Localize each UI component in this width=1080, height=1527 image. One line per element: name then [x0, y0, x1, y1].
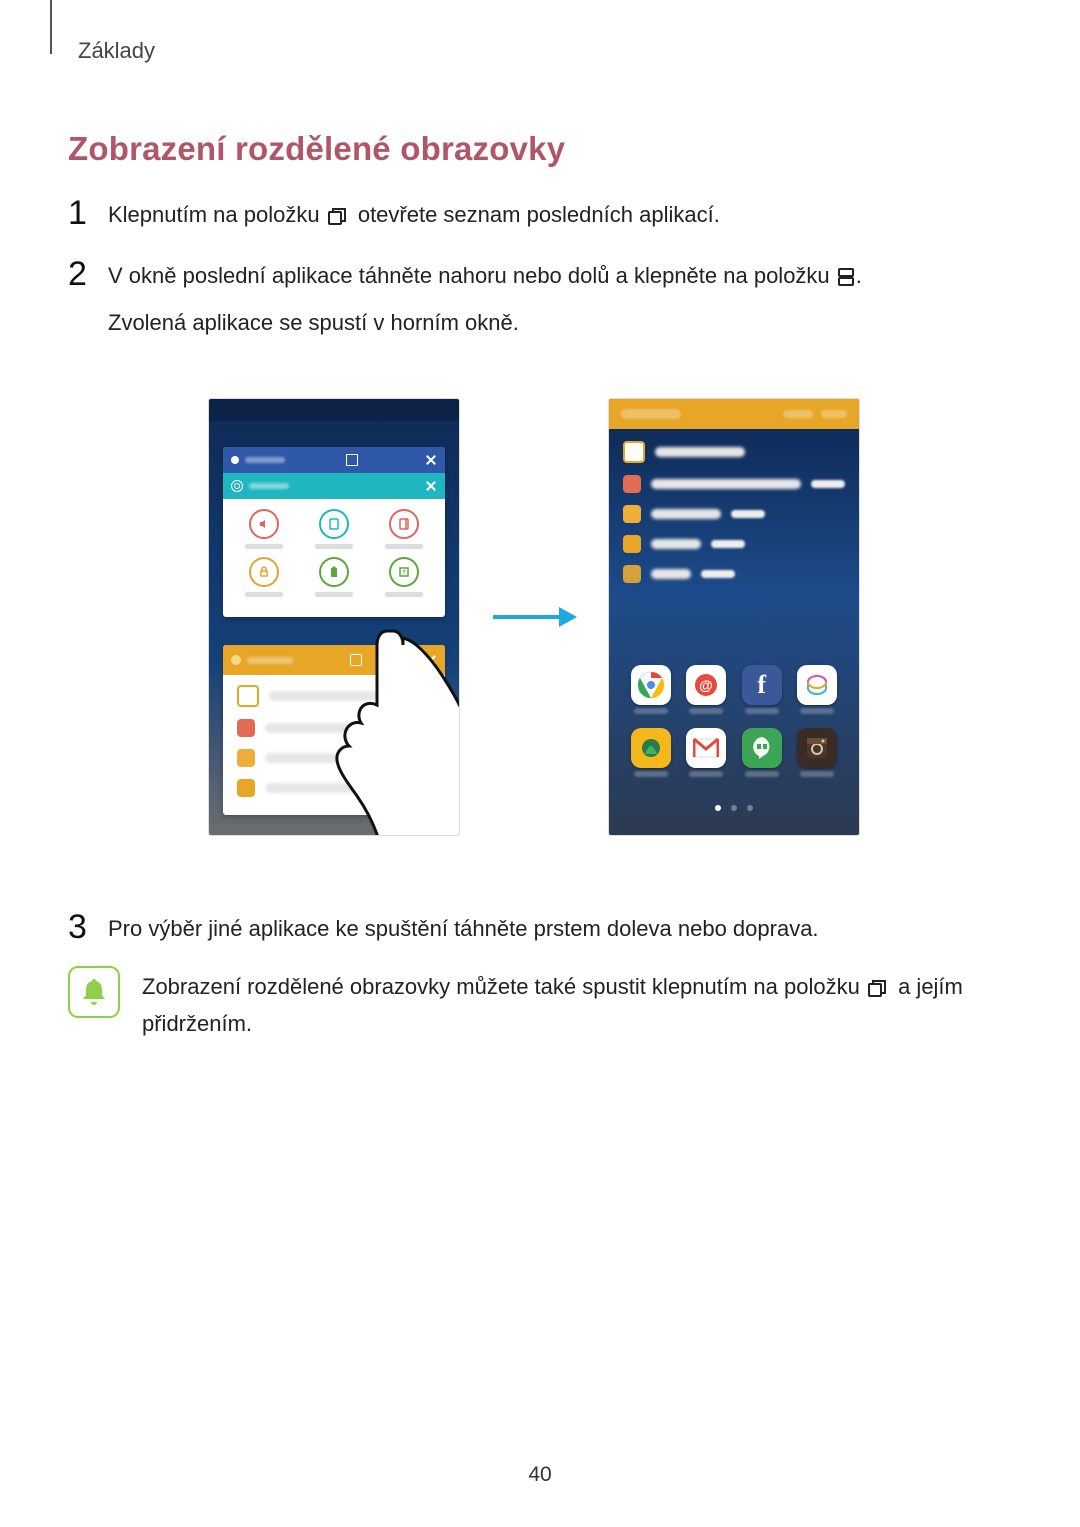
step-body: Pro výběr jiné aplikace ke spuštění táhn…	[108, 908, 819, 946]
bell-icon	[68, 966, 120, 1018]
svg-text:?: ?	[402, 571, 406, 577]
step-3: 3 Pro výběr jiné aplikace ke spuštění tá…	[68, 908, 1010, 946]
header-accent-bar	[50, 0, 52, 54]
step-body: V okně poslední aplikace táhněte nahoru …	[108, 255, 862, 340]
step-number: 1	[68, 194, 108, 235]
close-icon	[425, 454, 437, 466]
gallery-app-icon	[631, 728, 671, 768]
hangouts-app-icon	[742, 728, 782, 768]
battery-icon	[319, 557, 349, 587]
galaxy-apps-icon	[797, 665, 837, 705]
instagram-app-icon	[797, 728, 837, 768]
facebook-app-icon: f	[742, 665, 782, 705]
phone-after: @ f	[609, 399, 859, 835]
top-app-list	[609, 429, 859, 589]
section-title: Zobrazení rozdělené obrazovky	[68, 130, 1010, 168]
text: Pro výběr jiné aplikace ke spuštění táhn…	[108, 916, 819, 941]
page-number: 40	[0, 1463, 1080, 1487]
documents-icon	[237, 749, 255, 767]
text: Zvolená aplikace se spustí v horním okně…	[108, 310, 519, 335]
gmail-app-icon	[686, 728, 726, 768]
download-icon	[623, 475, 641, 493]
close-icon	[425, 480, 437, 492]
home-app-grid: @ f	[609, 665, 859, 777]
manual-icon: ?	[389, 557, 419, 587]
text: Klepnutím na položku	[108, 202, 326, 227]
sound-icon	[249, 509, 279, 539]
page-indicator	[609, 805, 859, 811]
images-icon	[623, 535, 641, 553]
step-number: 2	[68, 255, 108, 340]
display-icon	[319, 509, 349, 539]
split-window-icon	[838, 262, 854, 296]
recent-apps-icon	[328, 201, 350, 235]
tip-note: Zobrazení rozdělené obrazovky můžete tak…	[68, 966, 1010, 1041]
card-header-myfiles	[223, 645, 445, 675]
card-header-internet	[223, 447, 445, 473]
lock-icon	[249, 557, 279, 587]
text: V okně poslední aplikace táhněte nahoru …	[108, 263, 836, 288]
step-number: 3	[68, 908, 108, 946]
top-app-header	[609, 399, 859, 429]
email-app-icon: @	[686, 665, 726, 705]
download-icon	[237, 719, 255, 737]
text: otevřete seznam posledních aplikací.	[358, 202, 720, 227]
breadcrumb: Základy	[78, 38, 155, 64]
text: .	[856, 263, 862, 288]
recent-apps-icon	[868, 973, 890, 1007]
step-2: 2 V okně poslední aplikace táhněte nahor…	[68, 255, 1010, 340]
arrow-right-icon	[489, 599, 579, 635]
chrome-app-icon	[631, 665, 671, 705]
split-screen-illustration: ?	[58, 362, 1010, 872]
note-body: Zobrazení rozdělené obrazovky můžete tak…	[142, 966, 1010, 1041]
folder-icon	[237, 685, 259, 707]
documents-icon	[623, 505, 641, 523]
step-1: 1 Klepnutím na položku otevřete seznam p…	[68, 194, 1010, 235]
audio-icon	[623, 565, 641, 583]
svg-text:@: @	[699, 677, 713, 693]
text: Zobrazení rozdělené obrazovky můžete tak…	[142, 974, 866, 999]
folder-icon	[623, 441, 645, 463]
phone-before: ?	[209, 399, 459, 835]
edge-icon	[389, 509, 419, 539]
step-body: Klepnutím na položku otevřete seznam pos…	[108, 194, 720, 235]
images-icon	[237, 779, 255, 797]
card-header-settings	[223, 473, 445, 499]
close-icon	[425, 654, 437, 666]
